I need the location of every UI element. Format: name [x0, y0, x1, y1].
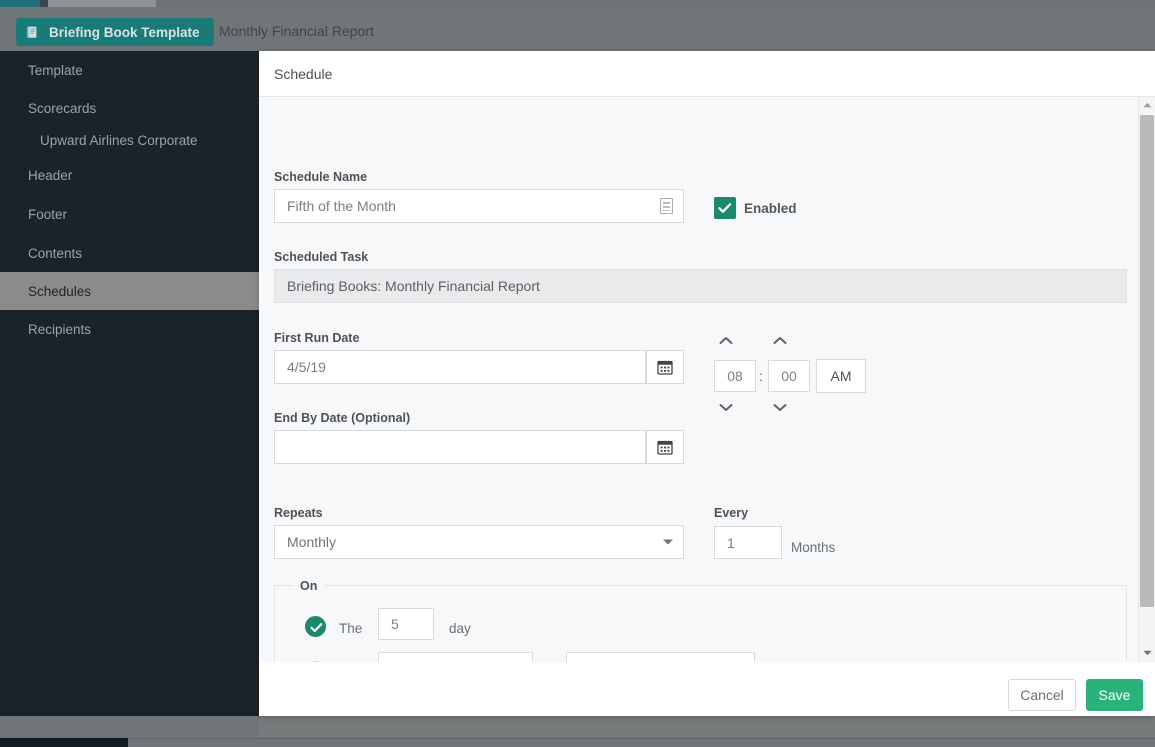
sidebar-item-header[interactable]: Header	[0, 156, 259, 194]
sidebar-item-label: Scorecards	[28, 100, 97, 116]
on-day-value: 5	[391, 616, 399, 632]
save-button[interactable]: Save	[1086, 679, 1143, 711]
left-sidebar: Template Scorecards Upward Airlines Corp…	[0, 51, 259, 716]
sidebar-item-label: Header	[28, 167, 73, 183]
browser-tab-sliver[interactable]	[666, 0, 817, 7]
end-by-date-label: End By Date (Optional)	[274, 411, 411, 425]
end-by-date-calendar-button[interactable]	[646, 430, 684, 464]
every-input[interactable]: 1	[714, 526, 782, 559]
browser-tab-sliver[interactable]	[48, 0, 157, 7]
scrollbar-thumb[interactable]	[1140, 115, 1154, 607]
sidebar-item-label: Recipients	[28, 321, 92, 337]
time-separator: :	[759, 369, 763, 384]
sidebar-item-template[interactable]: Template	[0, 51, 259, 89]
calendar-icon	[657, 360, 673, 375]
enabled-label: Enabled	[744, 201, 797, 216]
repeats-select[interactable]: Monthly	[274, 525, 684, 559]
browser-tab-sliver[interactable]	[276, 0, 407, 7]
screen-root: Briefing Book Template Monthly Financial…	[0, 0, 1155, 747]
sidebar-item-upward-airlines-corporate[interactable]: Upward Airlines Corporate	[0, 121, 259, 159]
minute-input[interactable]: 00	[768, 360, 810, 392]
schedule-name-label: Schedule Name	[274, 170, 368, 184]
scrollbar-down-button[interactable]	[1139, 645, 1155, 661]
tab-briefing-book-template[interactable]: Briefing Book Template	[16, 18, 214, 46]
meridiem-value: AM	[830, 368, 852, 384]
hour-up-button[interactable]	[715, 333, 737, 347]
repeats-value: Monthly	[287, 534, 337, 550]
chevron-down-icon	[663, 539, 673, 545]
browser-tab-sliver[interactable]	[156, 0, 277, 7]
every-label: Every	[714, 506, 749, 520]
tab-label: Briefing Book Template	[49, 24, 200, 40]
on-weekday-day-select[interactable]: Monday	[566, 652, 755, 662]
dialog-header: Schedule	[259, 51, 1155, 97]
minute-up-button[interactable]	[769, 333, 791, 347]
browser-tab-strip[interactable]	[0, 0, 1155, 7]
dialog-body: Schedule Name Fifth of the Month Enabled…	[259, 97, 1155, 662]
scheduled-task-label: Scheduled Task	[274, 250, 369, 264]
browser-tab-sliver[interactable]	[816, 0, 967, 7]
check-icon	[718, 203, 732, 213]
sidebar-item-label: Upward Airlines Corporate	[40, 132, 198, 148]
page-bottom-dark-strip	[0, 738, 128, 747]
radio-checked-icon	[310, 623, 323, 633]
on-fieldset-legend: On	[293, 579, 325, 593]
sidebar-item-label: Schedules	[28, 283, 92, 299]
hour-down-button[interactable]	[715, 400, 737, 414]
triangle-down-icon	[1143, 650, 1151, 656]
dialog-footer: Cancel Save	[259, 662, 1155, 716]
dialog-title: Schedule	[274, 66, 333, 82]
sidebar-item-label: Template	[28, 62, 83, 78]
hour-input[interactable]: 08	[714, 360, 756, 392]
scheduled-task-value: Briefing Books: Monthly Financial Report	[274, 269, 1127, 303]
on-day-prefix-label: The	[339, 621, 363, 636]
first-run-date-calendar-button[interactable]	[646, 350, 684, 384]
calendar-icon	[657, 440, 673, 455]
scrollbar-up-button[interactable]	[1139, 97, 1155, 113]
sidebar-item-recipients[interactable]: Recipients	[0, 310, 259, 348]
minute-down-button[interactable]	[769, 400, 791, 414]
book-icon	[26, 25, 40, 39]
hour-value: 08	[727, 368, 743, 384]
repeats-label: Repeats	[274, 506, 323, 520]
sidebar-item-schedules[interactable]: Schedules	[0, 272, 259, 310]
on-day-input[interactable]: 5	[378, 608, 434, 640]
first-run-date-input[interactable]: 4/5/19	[274, 350, 646, 384]
on-day-suffix-label: day	[449, 621, 471, 636]
text-grip-icon[interactable]	[660, 198, 673, 214]
browser-tab-accent	[0, 0, 40, 7]
sidebar-item-contents[interactable]: Contents	[0, 234, 259, 272]
first-run-date-value: 4/5/19	[287, 359, 326, 375]
dialog-scrollbar[interactable]	[1138, 97, 1155, 662]
app-title-bar: Briefing Book Template Monthly Financial…	[0, 7, 1155, 51]
sidebar-bottom-filler	[0, 716, 259, 738]
sidebar-item-label: Contents	[28, 245, 83, 261]
browser-tab-sliver[interactable]	[536, 0, 667, 7]
every-value: 1	[727, 534, 735, 551]
scheduled-task-text: Briefing Books: Monthly Financial Report	[287, 278, 540, 294]
triangle-up-icon	[1143, 102, 1151, 108]
schedule-name-input[interactable]: Fifth of the Month	[274, 189, 684, 223]
on-weekday-ordinal-select[interactable]: First	[378, 652, 533, 662]
minute-value: 00	[781, 368, 797, 384]
meridiem-toggle[interactable]: AM	[816, 359, 866, 393]
tab-monthly-financial-report[interactable]: Monthly Financial Report	[219, 23, 374, 39]
browser-tab-sliver[interactable]	[406, 0, 537, 7]
cancel-button[interactable]: Cancel	[1008, 679, 1076, 711]
every-unit-label: Months	[791, 540, 836, 555]
on-day-radio[interactable]	[305, 616, 326, 637]
sidebar-item-label: Footer	[28, 206, 68, 222]
schedule-name-value: Fifth of the Month	[287, 198, 396, 214]
page-bottom-strip	[128, 738, 1155, 747]
first-run-date-label: First Run Date	[274, 331, 360, 345]
schedule-dialog: Schedule Schedule Name Fifth of the Mont…	[259, 51, 1155, 716]
end-by-date-input[interactable]	[274, 430, 646, 464]
enabled-checkbox[interactable]	[714, 197, 736, 219]
browser-tab-sliver[interactable]	[966, 0, 1155, 7]
sidebar-item-footer[interactable]: Footer	[0, 195, 259, 233]
